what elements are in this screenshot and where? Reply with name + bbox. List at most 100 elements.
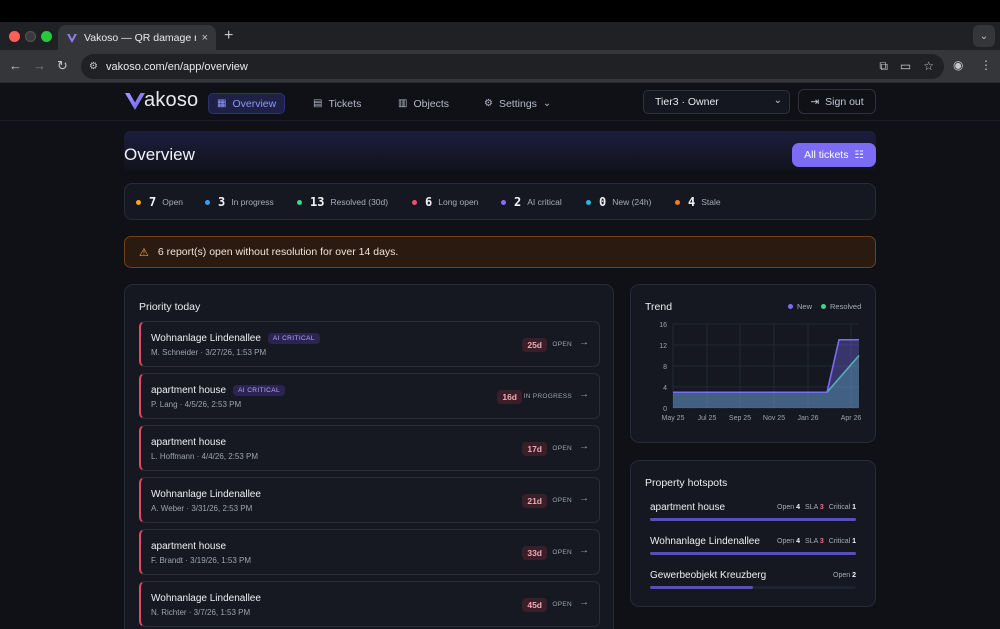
install-app-icon[interactable]: ▭	[900, 59, 911, 74]
critical-count: 1	[852, 504, 856, 511]
priority-row[interactable]: Wohnanlage Lindenallee AI CRITICAL M. Sch…	[139, 321, 600, 367]
all-tickets-button[interactable]: All tickets ☷	[792, 143, 876, 167]
reporter-name: A. Weber	[151, 504, 185, 513]
stat-value: 7	[149, 195, 157, 209]
report-date: 4/4/26, 2:53 PM	[201, 452, 259, 461]
arrow-right-icon[interactable]: →	[579, 389, 589, 400]
priority-row[interactable]: apartment house F. Brandt · 3/19/26, 1:5…	[139, 529, 600, 575]
arrow-right-icon[interactable]: →	[579, 597, 589, 608]
open-count: 4	[796, 504, 801, 511]
age-badge: 21d	[522, 494, 547, 508]
sla-label: SLA	[805, 504, 818, 511]
sla-label: SLA	[805, 538, 818, 545]
report-date: 3/27/26, 1:53 PM	[205, 348, 267, 357]
ai-critical-badge: AI CRITICAL	[267, 333, 320, 344]
window-top-bar	[0, 0, 1000, 22]
critical-label: Critical	[828, 504, 851, 511]
nav-overview[interactable]: ▦ Overview	[208, 93, 286, 114]
hotspot-stats: Open 2	[833, 572, 856, 579]
nav-tickets[interactable]: ▤ Tickets	[305, 93, 369, 114]
status-label: OPEN	[552, 549, 572, 556]
stat-value: 4	[688, 195, 696, 209]
stat-value: 3	[218, 195, 226, 209]
close-window-button[interactable]	[9, 31, 20, 42]
report-date: 4/5/26, 2:53 PM	[184, 400, 242, 409]
sign-out-button[interactable]: ⇥ Sign out	[798, 89, 876, 114]
priority-row[interactable]: apartment house L. Hoffmann · 4/4/26, 2:…	[139, 425, 600, 471]
hotspot-stats: Open 4 SLA 3 Critical 1	[777, 504, 856, 511]
tab-search-button[interactable]: ⌄	[973, 25, 995, 47]
nav-overview-label: Overview	[232, 97, 277, 110]
status-label: OPEN	[552, 445, 572, 452]
priority-row[interactable]: Wohnanlage Lindenallee N. Richter · 3/7/…	[139, 581, 600, 627]
report-date: 3/31/26, 2:53 PM	[191, 504, 253, 513]
vakoso-favicon-icon	[67, 33, 77, 43]
chevron-down-icon: ⌄	[773, 95, 782, 106]
maximize-window-button[interactable]	[41, 31, 52, 42]
translate-icon[interactable]: ⧉	[879, 59, 888, 74]
browser-tab[interactable]: Vakoso — QR damage reporting ×	[58, 25, 216, 50]
arrow-right-icon[interactable]: →	[579, 441, 589, 452]
x-tick-label: Apr 26	[841, 415, 862, 422]
reporter-name: F. Brandt	[151, 556, 184, 565]
stat-label: Open	[162, 197, 184, 207]
status-dot	[136, 199, 141, 205]
minimize-window-button[interactable]	[25, 31, 36, 42]
reporter-name: L. Hoffmann	[151, 452, 195, 461]
nav-objects[interactable]: ▥ Objects	[390, 93, 457, 114]
stat-ai-critical[interactable]: 2 AI critical	[501, 195, 562, 209]
arrow-right-icon[interactable]: →	[579, 337, 589, 348]
stat-open[interactable]: 7 Open	[136, 195, 183, 209]
x-tick-label: Jul 25	[698, 415, 717, 422]
forward-icon[interactable]: →	[33, 58, 46, 74]
browser-menu-icon[interactable]: ⋮	[980, 58, 992, 72]
report-date: 3/19/26, 1:53 PM	[190, 556, 252, 565]
sla-count: 3	[819, 538, 824, 545]
nav-settings[interactable]: ⚙ Settings ⌄	[476, 93, 559, 114]
profile-icon[interactable]: ◉	[953, 58, 963, 72]
age-badge: 33d	[522, 546, 547, 560]
x-tick-label: Nov 25	[763, 415, 785, 422]
hotspot-name: Gewerbeobjekt Kreuzberg	[650, 570, 767, 581]
vakoso-logo[interactable]: akoso	[124, 89, 198, 112]
bookmark-star-icon[interactable]: ☆	[923, 59, 934, 74]
stat-label: AI critical	[527, 197, 562, 207]
stat-new-24h[interactable]: 0 New (24h)	[586, 195, 651, 209]
url-text[interactable]: vakoso.com/en/app/overview	[106, 61, 248, 73]
priority-row[interactable]: Wohnanlage Lindenallee A. Weber · 3/31/2…	[139, 477, 600, 523]
priority-today-card: Priority today Wohnanlage Lindenallee AI …	[124, 284, 614, 629]
open-label: Open	[777, 538, 795, 545]
ai-critical-badge: AI CRITICAL	[233, 385, 286, 396]
stat-resolved-30d[interactable]: 13 Resolved (30d)	[297, 195, 388, 209]
site-info-icon[interactable]: ⚙	[89, 61, 98, 72]
arrow-right-icon[interactable]: →	[579, 493, 589, 504]
role-select[interactable]: Tier3 · Owner ⌄	[643, 90, 790, 114]
sign-out-label: Sign out	[825, 95, 864, 108]
trend-chart: 16 12 8 4 0 May 25 Jul 25 Sep 25 Nov 25 Jan 26 Apr…	[659, 322, 862, 422]
hotspot-bar-track	[650, 552, 856, 555]
age-badge: 16d	[497, 390, 522, 404]
stat-stale[interactable]: 4 Stale	[675, 195, 721, 209]
address-bar[interactable]: ⚙ vakoso.com/en/app/overview ⧉ ▭ ☆	[81, 54, 944, 79]
x-tick-label: Jan 26	[797, 415, 818, 422]
trend-card: Trend New Resolved 16 12 8 4 0 May 25 Jul 25 Se…	[630, 284, 876, 443]
status-label: OPEN	[552, 497, 572, 504]
stat-label: New (24h)	[612, 197, 652, 207]
browser-toolbar: ← → ↻ ⚙ vakoso.com/en/app/overview ⧉ ▭ ☆…	[0, 50, 1000, 83]
reporter-name: M. Schneider	[151, 348, 199, 357]
stat-long-open[interactable]: 6 Long open	[412, 195, 478, 209]
close-tab-icon[interactable]: ×	[202, 32, 208, 44]
open-count: 2	[852, 572, 856, 579]
reload-icon[interactable]: ↻	[57, 58, 68, 74]
new-tab-button[interactable]: +	[224, 25, 233, 47]
logo-text: akoso	[144, 89, 199, 111]
object-name: apartment house	[151, 437, 227, 448]
stat-label: In progress	[231, 197, 274, 207]
hotspot-bar	[650, 552, 856, 555]
back-icon[interactable]: ←	[9, 58, 22, 74]
x-tick-label: May 25	[662, 415, 685, 422]
stat-in-progress[interactable]: 3 In progress	[205, 195, 274, 209]
arrow-right-icon[interactable]: →	[579, 545, 589, 556]
gear-icon: ⚙	[484, 98, 493, 109]
priority-row[interactable]: apartment house AI CRITICAL P. Lang · 4/5…	[139, 373, 600, 419]
